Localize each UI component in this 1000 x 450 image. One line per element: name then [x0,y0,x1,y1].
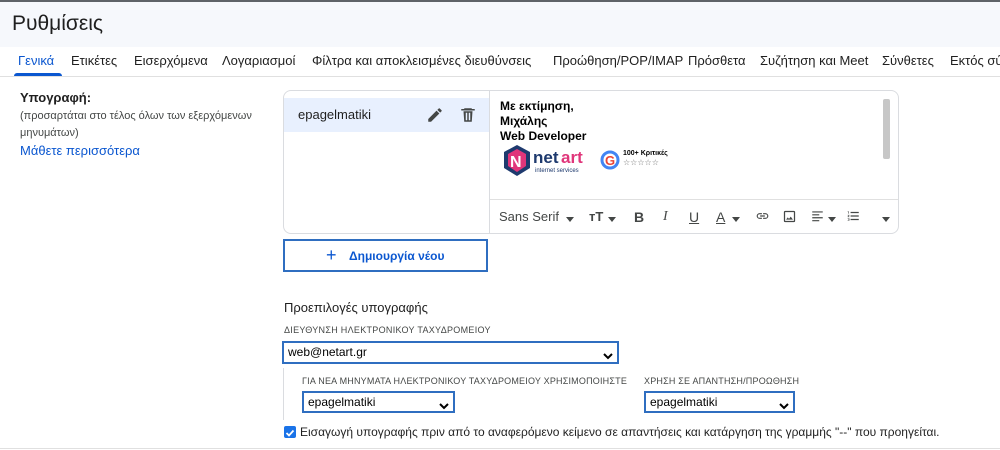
tab-general[interactable]: Γενικά [18,53,54,68]
signature-editor[interactable]: Με εκτίμηση, Μιχάλης Web Developer N net… [490,91,898,233]
logo-brand-net: net [533,148,559,167]
tab-chat-meet[interactable]: Συζήτηση και Meet [760,53,868,68]
insert-before-quote-label: Εισαγωγή υπογραφής πριν από το αναφερόμε… [300,425,940,439]
settings-tabs: Γενικά Ετικέτες Εισερχόμενα Λογαριασμοί … [0,47,1000,77]
font-family-label: Sans Serif [499,209,559,224]
align-dropdown-arrow-icon[interactable] [828,211,836,226]
underline-icon[interactable]: U [689,209,699,225]
signature-panel: epagelmatiki Με εκτίμηση, Μιχάλης Web De… [283,90,899,234]
link-icon[interactable] [754,209,771,226]
italic-icon[interactable]: I [663,209,668,225]
tab-inbox[interactable]: Εισερχόμενα [134,53,208,68]
signature-list: epagelmatiki [284,91,490,233]
chevron-down-icon [603,348,613,366]
insert-image-icon[interactable] [782,209,797,227]
settings-header: Ρυθμίσεις [0,0,1000,47]
tab-addons[interactable]: Πρόσθετα [688,53,746,68]
signature-line: Web Developer [500,129,587,143]
signature-defaults-title: Προεπιλογές υπογραφής [284,300,428,315]
editor-scrollbar[interactable] [883,99,890,159]
checkmark-icon [285,429,295,437]
new-emails-label: ΓΙΑ ΝΕΑ ΜΗΝΥΜΑΤΑ ΗΛΕΚΤΡΟΝΙΚΟΥ ΤΑΧΥΔΡΟΜΕΙ… [302,376,628,386]
bold-icon[interactable]: B [634,209,644,225]
delete-trash-icon[interactable] [459,106,477,129]
text-color-icon[interactable]: A [716,209,725,225]
google-g-icon: G [605,153,615,168]
align-icon[interactable] [810,209,825,226]
font-size-icon[interactable]: тT [589,209,603,224]
learn-more-link[interactable]: Μάθετε περισσότερα [20,143,140,158]
page-title: Ρυθμίσεις [12,12,104,35]
email-address-value: web@netart.gr [288,345,367,359]
section-divider [0,448,1000,449]
signature-line: Με εκτίμηση, [500,99,574,113]
reply-forward-signature-value: epagelmatiki [650,395,718,409]
tab-accounts[interactable]: Λογαριασμοί [222,53,295,68]
signature-label: Υπογραφή: [20,90,92,105]
color-dropdown-arrow-icon[interactable] [732,211,740,226]
numbered-list-icon[interactable] [846,209,861,226]
size-dropdown-arrow-icon[interactable] [608,211,616,226]
reply-forward-signature-select[interactable]: epagelmatiki [644,391,795,413]
svg-text:N: N [510,154,522,171]
logo-stars: ☆☆☆☆☆ [623,158,659,167]
font-dropdown-arrow-icon[interactable] [566,211,574,226]
create-new-label: Δημιουργία νέου [349,249,445,263]
create-new-signature-button[interactable]: + Δημιουργία νέου [283,239,488,272]
logo-reviews-text: 100+ Κριτικές [623,150,668,157]
plus-icon: + [326,245,337,265]
more-options-arrow-icon[interactable] [882,211,890,226]
tab-offline[interactable]: Εκτός σύ [950,53,1000,68]
chevron-down-icon [779,398,789,416]
signature-name: epagelmatiki [298,107,371,122]
tab-labels[interactable]: Ετικέτες [71,53,117,68]
active-tab-indicator [14,73,62,76]
new-emails-signature-select[interactable]: epagelmatiki [302,391,455,413]
email-address-select[interactable]: web@netart.gr [282,341,619,364]
tab-forwarding[interactable]: Προώθηση/POP/IMAP [553,53,683,68]
insert-before-quote-checkbox[interactable] [284,426,296,438]
logo-brand-art: art [561,148,583,167]
logo-brand-sub: internet services [535,168,579,174]
signature-sublabel: (προσαρτάται στο τέλος όλων των εξερχόμε… [20,110,252,139]
tab-filters[interactable]: Φίλτρα και αποκλεισμένες διευθύνσεις [312,53,531,68]
formatting-toolbar: Sans Serif тT B I U A [490,199,898,233]
signature-list-item[interactable]: epagelmatiki [284,98,489,132]
edit-pencil-icon[interactable] [426,106,444,129]
chevron-down-icon [439,398,449,416]
font-family-select[interactable]: Sans Serif [499,209,559,224]
new-emails-signature-value: epagelmatiki [308,395,376,409]
tab-advanced[interactable]: Σύνθετες [882,53,934,68]
signature-line: Μιχάλης [500,114,548,128]
reply-forward-label: ΧΡΗΣΗ ΣΕ ΑΠΑΝΤΗΣΗ/ΠΡΟΩΘΗΣΗ [644,376,800,386]
signature-text: Με εκτίμηση, Μιχάλης Web Developer [500,99,586,144]
netart-logo-image: N net art internet services G 100+ Κριτι… [502,143,682,183]
email-address-label: ΔΙΕΥΘΥΝΣΗ ΗΛΕΚΤΡΟΝΙΚΟΥ ΤΑΧΥΔΡΟΜΕΙΟΥ [284,325,491,335]
